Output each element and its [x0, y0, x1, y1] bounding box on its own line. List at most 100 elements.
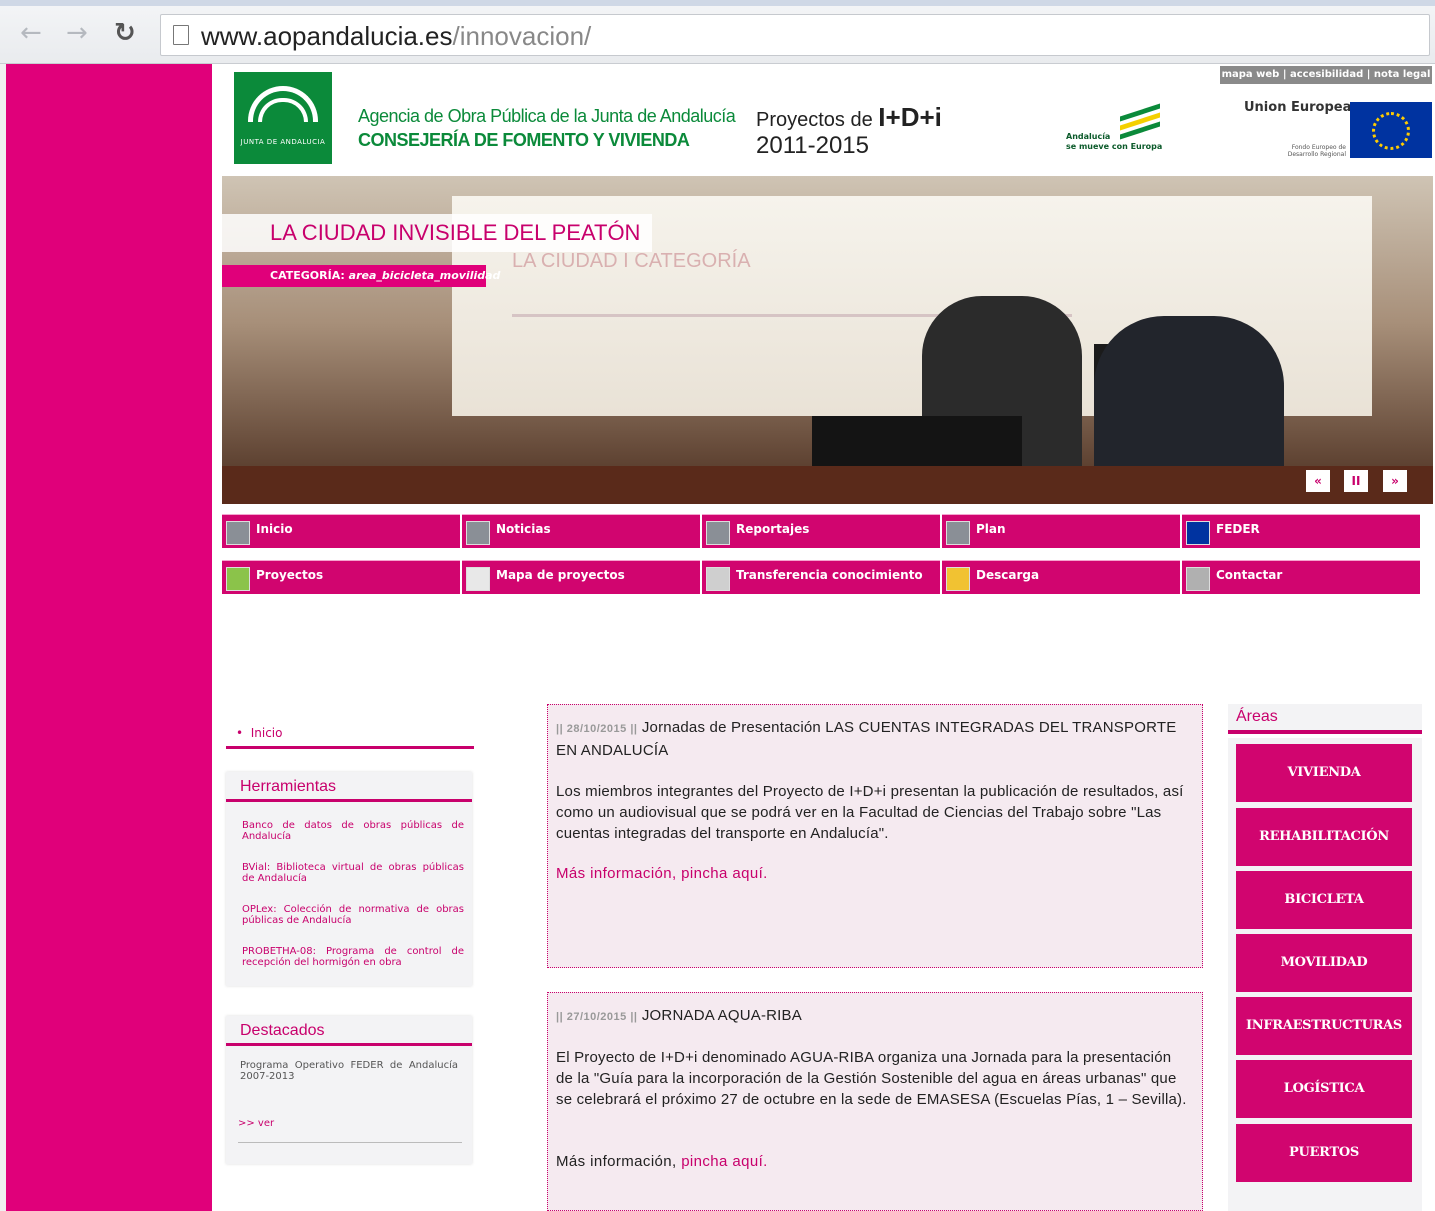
featured-title: Destacados [240, 1022, 325, 1039]
breadcrumb[interactable]: • Inicio [236, 726, 282, 740]
forward-arrow-icon[interactable]: → [66, 18, 88, 48]
plan-icon [946, 521, 970, 545]
browser-toolbar: ← → ↻ www.aopandalucia.es/innovacion/ [0, 0, 1435, 64]
nav-label: Noticias [496, 522, 551, 536]
junta-logo-text: JUNTA DE ANDALUCIA [240, 138, 326, 146]
tool-link[interactable]: OPLex: Colección de normativa de obras p… [242, 904, 464, 926]
area-infraestructuras-button[interactable]: INFRAESTRUCTURAS [1236, 997, 1412, 1055]
eu-flag-icon [1350, 102, 1432, 158]
featured-box: Destacados Programa Operativo FEDER de A… [226, 1016, 472, 1164]
area-bicicleta-button[interactable]: BICICLETA [1236, 871, 1412, 929]
areas-title: Áreas [1236, 708, 1278, 725]
nav-label: Reportajes [736, 522, 810, 536]
breadcrumb-home[interactable]: Inicio [251, 726, 283, 740]
nav-label: Proyectos [256, 568, 324, 582]
breadcrumb-divider [226, 746, 474, 749]
areas-header: Áreas [1228, 704, 1422, 734]
nav-descarga[interactable]: Descarga [942, 560, 1180, 594]
main-nav-row-1: Inicio Noticias Reportajes Plan FEDER [222, 514, 1422, 548]
contact-icon [1186, 567, 1210, 591]
andalucia-logo-text: Andalucía se mueve con Europa [1066, 132, 1163, 151]
url-path: /innovacion/ [452, 21, 592, 51]
nav-plan[interactable]: Plan [942, 514, 1180, 548]
projects-years: 2011-2015 [756, 132, 869, 159]
news-headline[interactable]: || 27/10/2015 || JORNADA AQUA-RIBA [556, 1005, 1186, 1028]
tools-title: Herramientas [240, 778, 337, 795]
nav-label: Mapa de proyectos [496, 568, 625, 582]
nav-feder[interactable]: FEDER [1182, 514, 1420, 548]
main-nav-row-2: Proyectos Mapa de proyectos Transferenci… [222, 560, 1422, 594]
map-icon [466, 567, 490, 591]
nav-label: Descarga [976, 568, 1040, 582]
projects-heading: Proyectos de I+D+i [756, 102, 942, 133]
nav-label: Contactar [1216, 568, 1283, 582]
magenta-side-band [6, 64, 212, 1211]
agency-name: Agencia de Obra Pública de la Junta de A… [358, 106, 736, 126]
tools-header: Herramientas [226, 772, 472, 802]
junta-logo[interactable]: JUNTA DE ANDALUCIA [234, 72, 332, 164]
site-header: JUNTA DE ANDALUCIA Agencia de Obra Públi… [222, 64, 1435, 176]
nav-contactar[interactable]: Contactar [1182, 560, 1420, 594]
news-item: || 27/10/2015 || JORNADA AQUA-RIBA El Pr… [547, 992, 1203, 1211]
nav-label: FEDER [1216, 522, 1260, 536]
nav-proyectos[interactable]: Proyectos [222, 560, 460, 594]
news-more-link[interactable]: Más información, pincha aquí. [556, 865, 768, 882]
slider-prev-button[interactable]: « [1306, 470, 1330, 492]
browser-top-strip [0, 0, 1435, 6]
eu-fund-text: Fondo Europeo de Desarrollo Regional [1287, 144, 1346, 158]
news-icon [466, 521, 490, 545]
top-links[interactable]: mapa web | accesibilidad | nota legal [1220, 66, 1432, 84]
address-bar[interactable]: www.aopandalucia.es/innovacion/ [160, 14, 1430, 56]
reload-icon[interactable]: ↻ [114, 18, 136, 48]
news-date: || 28/10/2015 || [556, 723, 638, 735]
camera-icon [706, 521, 730, 545]
tool-link[interactable]: Banco de datos de obras públicas de Anda… [242, 820, 464, 842]
news-headline[interactable]: || 28/10/2015 || Jornadas de Presentació… [556, 717, 1186, 761]
projects-prefix: Proyectos de [756, 109, 879, 131]
desk-shape [222, 466, 1433, 504]
area-puertos-button[interactable]: PUERTOS [1236, 1124, 1412, 1182]
news-body: Los miembros integrantes del Proyecto de… [556, 783, 1184, 842]
area-vivienda-button[interactable]: VIVIENDA [1236, 744, 1412, 802]
featured-header: Destacados [226, 1016, 472, 1046]
download-icon [946, 567, 970, 591]
nav-noticias[interactable]: Noticias [462, 514, 700, 548]
news-body: El Proyecto de I+D+i denominado AGUA-RIB… [556, 1049, 1187, 1108]
eu-stars-icon [1372, 112, 1410, 150]
projects-icon [226, 567, 250, 591]
back-arrow-icon[interactable]: ← [20, 18, 42, 48]
eu-flag-icon [1186, 521, 1210, 545]
area-logistica-button[interactable]: LOGÍSTICA [1236, 1060, 1412, 1118]
projects-rdi: I+D+i [878, 102, 942, 132]
home-icon [226, 521, 250, 545]
transfer-icon [706, 567, 730, 591]
screen-title: LA CIUDAD I CATEGORÍA [512, 250, 751, 272]
featured-text: Programa Operativo FEDER de Andalucía 20… [240, 1060, 458, 1082]
nav-inicio[interactable]: Inicio [222, 514, 460, 548]
nav-reportajes[interactable]: Reportajes [702, 514, 940, 548]
slider-next-button[interactable]: » [1383, 470, 1407, 492]
url-text[interactable]: www.aopandalucia.es/innovacion/ [201, 21, 591, 52]
tool-link[interactable]: PROBETHA-08: Programa de control de rece… [242, 946, 464, 968]
tool-link[interactable]: BVial: Biblioteca virtual de obras públi… [242, 862, 464, 884]
andalucia-europe-logo: Andalucía se mueve con Europa [1066, 103, 1166, 154]
news-date: || 27/10/2015 || [556, 1011, 638, 1023]
slide-category[interactable]: CATEGORÍA: area_bicicleta_movilidad [222, 265, 500, 287]
url-host: www.aopandalucia.es [201, 21, 453, 51]
featured-divider [238, 1142, 462, 1143]
nav-label: Inicio [256, 522, 293, 536]
slider-pause-button[interactable]: II [1344, 470, 1368, 492]
news-item: || 28/10/2015 || Jornadas de Presentació… [547, 704, 1203, 968]
area-rehabilitacion-button[interactable]: REHABILITACIÓN [1236, 808, 1412, 866]
ministry-name: CONSEJERÍA DE FOMENTO Y VIVIENDA [358, 130, 690, 150]
nav-label: Plan [976, 522, 1006, 536]
slide-title[interactable]: LA CIUDAD INVISIBLE DEL PEATÓN [270, 220, 640, 246]
nav-transferencia[interactable]: Transferencia conocimiento [702, 560, 940, 594]
news-title: Jornadas de Presentación LAS CUENTAS INT… [556, 719, 1177, 759]
nav-mapa-proyectos[interactable]: Mapa de proyectos [462, 560, 700, 594]
area-movilidad-button[interactable]: MOVILIDAD [1236, 934, 1412, 992]
news-more-link[interactable]: Más información, pincha aquí. [556, 1153, 768, 1170]
featured-link[interactable]: >> ver [238, 1118, 274, 1129]
page-icon [173, 25, 189, 45]
nav-label: Transferencia conocimiento [736, 568, 923, 582]
